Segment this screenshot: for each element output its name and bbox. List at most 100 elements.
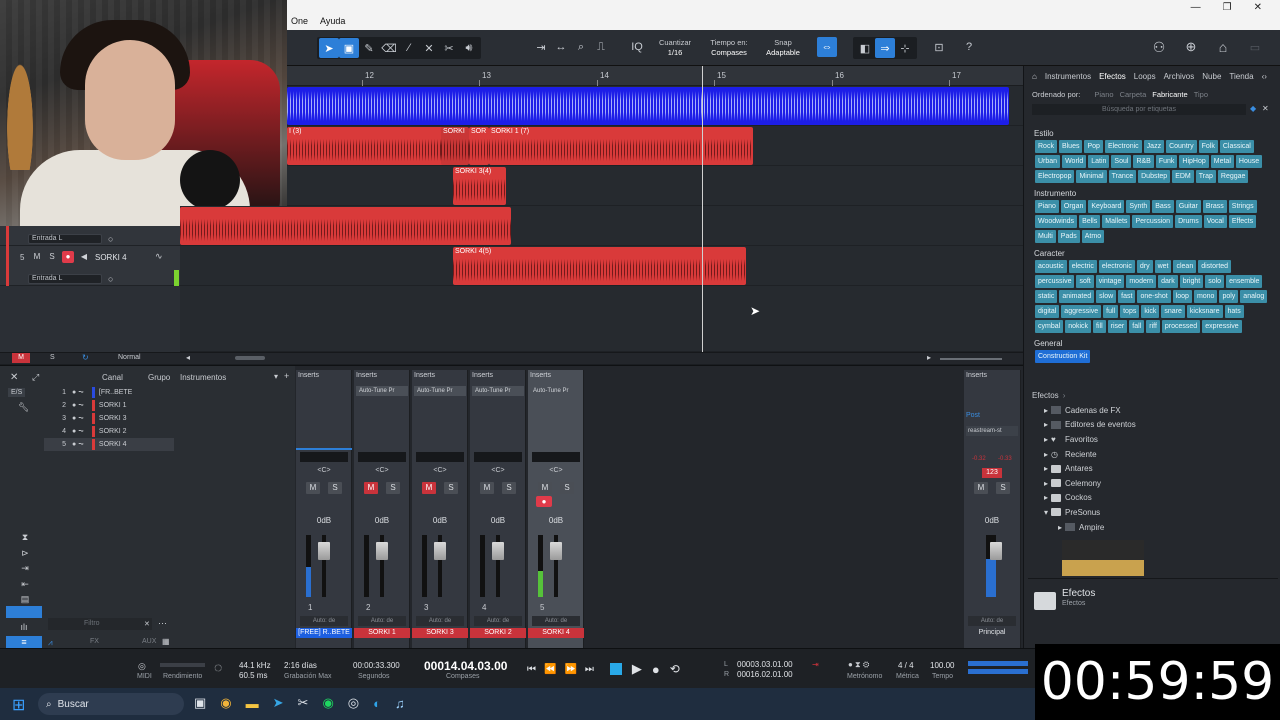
tag-chip[interactable]: Multi — [1035, 230, 1056, 243]
automation-mode[interactable]: Auto: de — [300, 616, 348, 626]
autoscroll-icon[interactable]: ⇒ — [875, 38, 895, 58]
close-icon[interactable]: ✕ — [1254, 2, 1262, 13]
tag-chip[interactable]: analog — [1240, 290, 1268, 303]
volume-fader[interactable] — [492, 542, 504, 560]
volume-value[interactable]: 0dB — [296, 516, 352, 525]
punch-icon[interactable]: ⇥ — [812, 660, 819, 669]
tag-chip[interactable]: Classical — [1219, 140, 1254, 153]
link-icon[interactable]: ↻ — [82, 353, 89, 362]
tag-chip[interactable]: animated — [1059, 290, 1095, 303]
user-icon[interactable]: ⚇ — [1149, 37, 1169, 57]
tempo-value[interactable]: 100.00 — [930, 661, 954, 670]
rewind-icon[interactable]: ⏪ — [544, 664, 556, 675]
audio-clip[interactable] — [180, 207, 511, 245]
tag-chip[interactable]: poly — [1219, 290, 1239, 303]
next-icon[interactable]: ⇤ — [18, 577, 32, 593]
mute-button[interactable]: M — [422, 482, 436, 494]
more-tabs-icon[interactable]: ‹› — [1262, 72, 1267, 81]
tag-chip[interactable]: House — [1235, 155, 1263, 168]
mute-button[interactable]: M — [538, 482, 552, 494]
tag-chip[interactable]: modern — [1126, 275, 1157, 288]
input-select[interactable]: Entrada L — [28, 234, 102, 244]
tab-archivos[interactable]: Archivos — [1164, 72, 1195, 81]
tag-chip[interactable]: one-shot — [1137, 290, 1171, 303]
audio-clip[interactable]: SOR — [469, 127, 489, 165]
minimize-icon[interactable]: — — [1191, 2, 1201, 13]
tag-chip[interactable]: Construction Kit — [1035, 350, 1091, 363]
tag-chip[interactable]: electronic — [1098, 260, 1135, 273]
snap-select[interactable]: Snap Adaptable — [759, 35, 807, 61]
tag-chip[interactable]: Strings — [1228, 200, 1257, 213]
tag-chip[interactable]: Pads — [1057, 230, 1080, 243]
tag-chip[interactable]: cymbal — [1035, 320, 1064, 333]
tag-chip[interactable]: Organ — [1060, 200, 1087, 213]
loop-follow-icon[interactable]: ◧ — [855, 38, 875, 58]
pan-control[interactable]: <C> — [548, 467, 564, 474]
pan-control[interactable]: <C> — [490, 467, 506, 474]
tree-item[interactable]: ▸ Ampire — [1044, 520, 1264, 535]
window-icon[interactable]: ▭ — [1245, 37, 1265, 57]
audio-clip[interactable]: SORKI 3(4) — [453, 167, 506, 205]
expand-arrow-icon[interactable]: ▸ — [1044, 406, 1048, 415]
inserts-label[interactable]: Inserts — [356, 372, 408, 382]
close-mixer-icon[interactable]: ✕ — [10, 372, 18, 383]
menu-item-ayuda[interactable]: Ayuda — [320, 16, 345, 26]
automation-mode[interactable]: Auto: de — [358, 616, 406, 626]
home-tab-icon[interactable]: ⌂ — [1032, 72, 1037, 81]
track-header-4[interactable]: Entrada L ○ — [0, 226, 180, 246]
tag-chip[interactable]: bright — [1179, 275, 1204, 288]
pan-control[interactable]: <C> — [432, 467, 448, 474]
automation-mode[interactable]: Auto: de — [474, 616, 522, 626]
list-item[interactable]: 5 ● ⏦ SORKI 4 — [44, 438, 174, 451]
prev-icon[interactable]: ⊳ — [18, 546, 32, 562]
eraser-tool-icon[interactable]: ⌫ — [379, 38, 399, 58]
tag-chip[interactable]: electric — [1068, 260, 1097, 273]
horizontal-scrollbar[interactable] — [235, 356, 265, 360]
tag-chip[interactable]: distorted — [1198, 260, 1232, 273]
solo-button[interactable]: S — [502, 482, 516, 494]
tag-chip[interactable]: Dubstep — [1138, 170, 1171, 183]
tag-chip[interactable]: digital — [1035, 305, 1060, 318]
taskbar-search[interactable]: ⌕ Buscar — [38, 693, 184, 715]
main-insert-plugin[interactable]: reastream-st — [966, 426, 1018, 436]
zoom-icon[interactable]: ⌕ — [571, 37, 591, 57]
record-arm-icon[interactable]: ● — [536, 496, 552, 507]
chrome-icon[interactable]: ◉ — [220, 695, 231, 711]
tag-chip[interactable]: soft — [1076, 275, 1094, 288]
tag-chip[interactable]: percussive — [1035, 275, 1075, 288]
expand-arrow-icon[interactable]: ▸ — [1044, 493, 1048, 502]
clear-search-icon[interactable]: ✕ — [1262, 104, 1269, 113]
seconds-display[interactable]: 00:00:33.300 — [353, 661, 400, 670]
tag-chip[interactable]: Pop — [1084, 140, 1103, 153]
audio-clip[interactable]: SORKI — [441, 127, 469, 165]
inserts-label[interactable]: Inserts — [966, 372, 1018, 382]
volume-fader[interactable] — [990, 542, 1002, 560]
tag-chip[interactable]: Bells — [1079, 215, 1101, 228]
more-icon[interactable]: ⋯ — [158, 618, 167, 629]
expand-arrow-icon[interactable]: ▾ — [1044, 508, 1048, 517]
aux-label[interactable]: AUX — [142, 638, 156, 645]
post-label[interactable]: Post — [966, 412, 980, 419]
insert-plugin[interactable]: Auto-Tune Pr — [530, 386, 582, 396]
record-icon[interactable]: ● — [652, 662, 660, 677]
track-lane-empty[interactable] — [180, 286, 1023, 352]
list-item[interactable]: 4 ● ⏦ SORKI 2 — [44, 425, 174, 438]
stretch-icon[interactable]: ⇥ — [531, 37, 551, 57]
scroll-right-icon[interactable]: ▸ — [927, 353, 931, 362]
tag-chip[interactable]: Trance — [1108, 170, 1137, 183]
track-lane[interactable] — [287, 166, 1023, 206]
waveform-icon[interactable]: ∿ — [155, 251, 163, 262]
tag-chip[interactable]: Rock — [1035, 140, 1057, 153]
volume-fader[interactable] — [550, 542, 562, 560]
sort-tipo[interactable]: Tipo — [1194, 90, 1208, 99]
solo-button[interactable]: S — [996, 482, 1010, 494]
input-select[interactable]: Entrada L — [28, 274, 102, 284]
zoom-slider[interactable] — [940, 358, 1002, 360]
tree-item[interactable]: ▸ Cadenas de FX — [1044, 403, 1264, 418]
inserts-label[interactable]: Inserts — [472, 372, 524, 382]
tag-chip[interactable]: mono — [1193, 290, 1218, 303]
track-view-mode[interactable]: Normal — [118, 354, 141, 361]
spotify-icon[interactable]: ◉ — [322, 695, 333, 711]
crumb-efectos[interactable]: Efectos — [1032, 391, 1059, 400]
tag-chip[interactable]: loop — [1172, 290, 1192, 303]
